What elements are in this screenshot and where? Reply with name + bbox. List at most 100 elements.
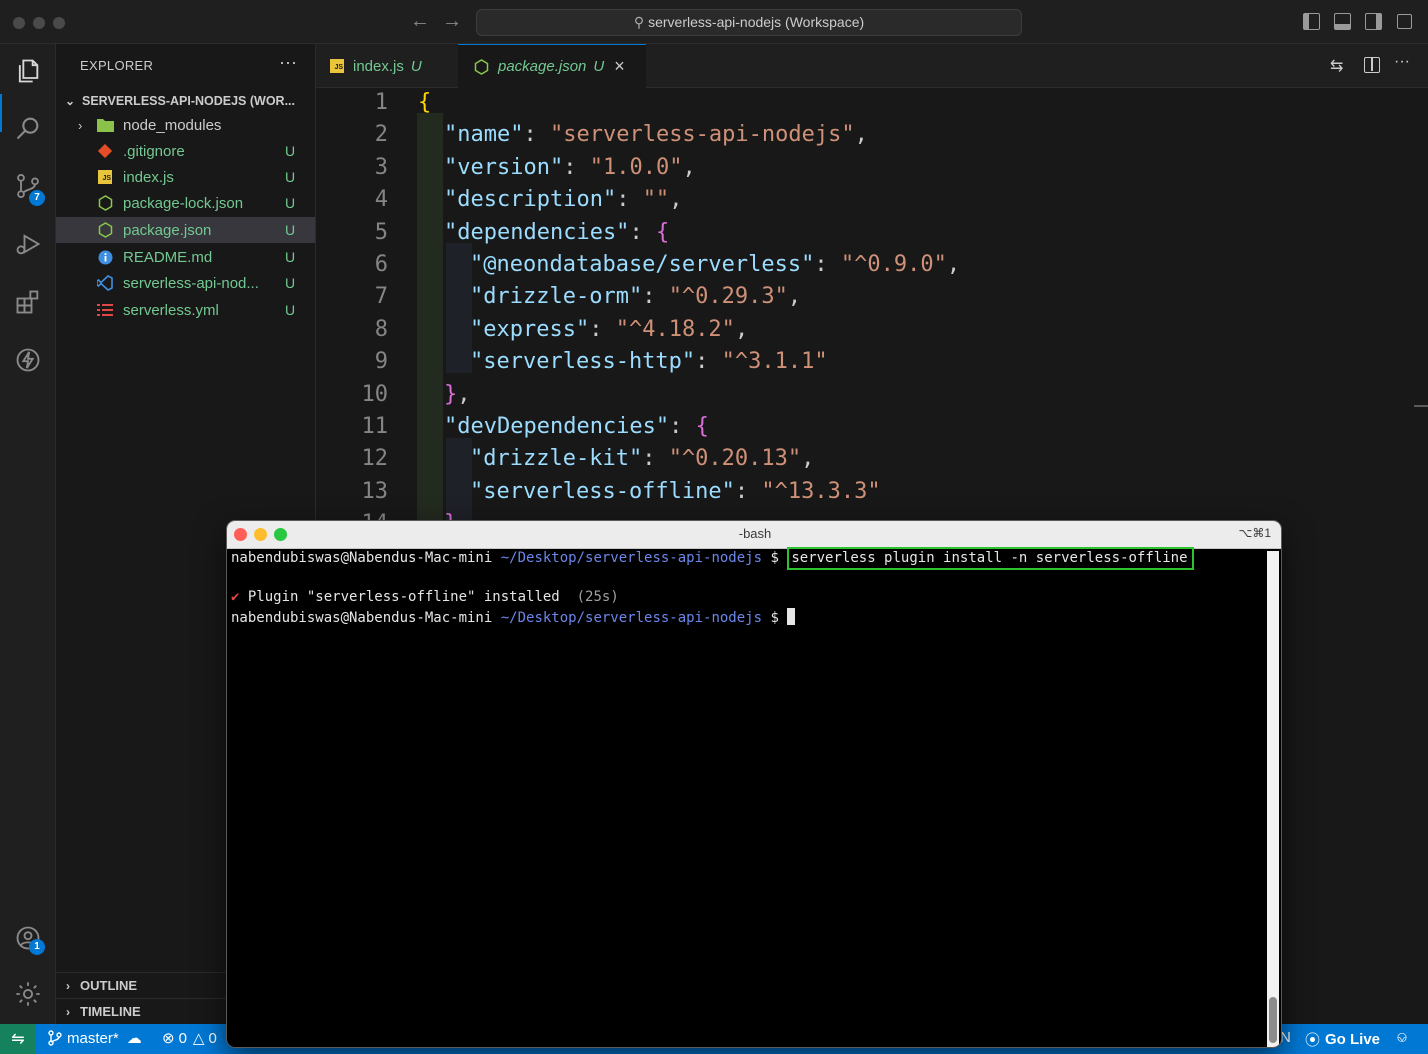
untracked-status: U <box>285 169 296 185</box>
close-window-button[interactable] <box>13 17 25 29</box>
terminal-result-line: ✔ Plugin "serverless-offline" installed … <box>231 589 619 605</box>
error-count: 0 <box>178 1029 187 1047</box>
code-line-4: "description": "", <box>444 187 683 212</box>
prompt-path: ~/Desktop/serverless-api-nodejs <box>500 610 763 626</box>
chevron-right-icon: › <box>66 978 70 993</box>
thunder-client-icon[interactable] <box>10 342 46 378</box>
file-package-lock-json[interactable]: package-lock.json U <box>56 190 315 216</box>
arrow-left-icon[interactable]: ← <box>410 10 430 33</box>
close-icon[interactable]: × <box>614 56 625 77</box>
tab-index-js[interactable]: JS index.js U <box>316 44 456 88</box>
file-index-js[interactable]: JS index.js U <box>56 164 315 190</box>
tab-package-json[interactable]: package.json U × <box>458 44 646 88</box>
toggle-secondary-sidebar-icon[interactable] <box>1365 13 1382 30</box>
js-icon: JS <box>330 59 344 73</box>
terminal-scrollbar[interactable] <box>1267 551 1279 1047</box>
untracked-status: U <box>285 222 296 238</box>
terminal-prompt-line: nabendubiswas@Nabendus-Mac-mini ~/Deskto… <box>231 608 796 626</box>
toggle-primary-sidebar-icon[interactable] <box>1303 13 1320 30</box>
go-live-button[interactable]: ⦿ Go Live <box>1305 1029 1380 1050</box>
extensions-icon[interactable] <box>10 284 46 320</box>
workspace-search-label: serverless-api-nodejs (Workspace) <box>648 14 865 30</box>
file-name: serverless-api-nod... <box>123 274 259 292</box>
timeline-section[interactable]: › TIMELINE <box>56 998 226 1024</box>
editor-tabs: JS index.js U package.json U × ⇆ ··· <box>316 44 1428 88</box>
workspace-name: SERVERLESS-API-NODEJS (WOR... <box>82 94 295 108</box>
run-and-debug-icon[interactable] <box>10 226 46 262</box>
line-number: 10 <box>361 382 389 407</box>
file-gitignore[interactable]: .gitignore U <box>56 138 315 164</box>
accounts-icon[interactable]: 1 <box>10 920 46 956</box>
code-line-13: "serverless-offline": "^13.3.3" <box>470 479 881 504</box>
explorer-icon[interactable] <box>10 53 46 89</box>
bell-icon[interactable]: ⎉ <box>1396 1029 1408 1046</box>
split-editor-icon[interactable] <box>1364 57 1380 73</box>
workspace-root[interactable]: ⌄ SERVERLESS-API-NODEJS (WOR... <box>62 90 316 112</box>
arrow-right-icon[interactable]: → <box>442 10 462 33</box>
file-name: package.json <box>123 221 212 239</box>
yaml-icon <box>96 301 114 319</box>
chevron-down-icon: ⌄ <box>64 94 76 108</box>
terminal-shortcut: ⌥⌘1 <box>1238 526 1271 540</box>
chevron-right-icon: › <box>66 1004 70 1019</box>
line-number: 2 <box>374 122 388 147</box>
line-number: 13 <box>361 479 389 504</box>
terminal-window[interactable]: -bash ⌥⌘1 nabendubiswas@Nabendus-Mac-min… <box>226 520 1282 1048</box>
command-center-search[interactable]: ⚲ serverless-api-nodejs (Workspace) <box>476 9 1022 36</box>
prompt-symbol: $ <box>770 610 779 626</box>
chevron-right-icon: › <box>78 117 83 133</box>
branch-status[interactable]: master* ☁ <box>48 1029 142 1047</box>
problems-status[interactable]: ⊗ 0 △ 0 <box>162 1029 217 1048</box>
outline-section[interactable]: › OUTLINE <box>56 972 226 998</box>
prompt-user: nabendubiswas@Nabendus-Mac-mini <box>231 610 493 626</box>
search-icon[interactable] <box>10 110 46 146</box>
file-name: node_modules <box>123 116 222 134</box>
more-actions-icon[interactable]: ··· <box>1394 53 1410 71</box>
line-number: 1 <box>374 90 388 115</box>
activity-bar: 7 1 <box>0 44 56 1024</box>
compare-changes-icon[interactable]: ⇆ <box>1330 56 1343 76</box>
file-workspace[interactable]: serverless-api-nod... U <box>56 270 315 296</box>
title-bar: ← → ⚲ serverless-api-nodejs (Workspace) <box>0 0 1428 44</box>
outline-label: OUTLINE <box>80 978 138 993</box>
file-name: serverless.yml <box>123 301 219 319</box>
accounts-badge: 1 <box>29 939 45 955</box>
nodejs-icon <box>96 221 114 239</box>
zoom-window-button[interactable] <box>53 17 65 29</box>
terminal-command-line: nabendubiswas@Nabendus-Mac-mini ~/Deskto… <box>231 547 1194 570</box>
warning-icon: △ <box>192 1030 205 1047</box>
broadcast-icon: ⦿ <box>1305 1032 1321 1049</box>
folder-node-modules[interactable]: › node_modules <box>56 112 315 138</box>
info-icon <box>96 248 114 266</box>
indent-guide <box>446 243 472 373</box>
explorer-header: EXPLORER <box>80 58 154 73</box>
indent-guide <box>417 113 443 524</box>
untracked-status: U <box>285 249 296 265</box>
prompt-path: ~/Desktop/serverless-api-nodejs <box>500 550 763 566</box>
tab-label: index.js <box>353 57 404 75</box>
install-result: Plugin "serverless-offline" installed <box>247 589 560 605</box>
minimize-window-button[interactable] <box>33 17 45 29</box>
line-number: 5 <box>374 220 388 245</box>
prompt-user: nabendubiswas@Nabendus-Mac-mini <box>231 550 493 566</box>
remote-indicator-icon[interactable]: ⇋ <box>0 1024 36 1054</box>
nodejs-icon <box>474 58 489 75</box>
source-control-icon[interactable]: 7 <box>10 168 46 206</box>
scrollbar-thumb[interactable] <box>1269 997 1277 1043</box>
file-readme-md[interactable]: README.md U <box>56 244 315 270</box>
file-serverless-yml[interactable]: serverless.yml U <box>56 297 315 323</box>
file-name: .gitignore <box>123 142 185 160</box>
more-actions-icon[interactable]: ··· <box>279 52 297 73</box>
file-package-json[interactable]: package.json U <box>56 217 315 243</box>
line-number: 12 <box>361 446 389 471</box>
terminal-title: -bash <box>738 526 772 541</box>
toggle-panel-icon[interactable] <box>1334 13 1351 30</box>
highlighted-command: serverless plugin install -n serverless-… <box>787 547 1194 570</box>
line-number: 7 <box>374 284 388 309</box>
check-icon: ✔ <box>231 589 240 605</box>
gear-icon[interactable] <box>10 976 46 1012</box>
branch-name: master* <box>67 1029 119 1047</box>
tab-status: U <box>593 58 605 75</box>
go-live-label: Go Live <box>1325 1031 1381 1048</box>
customize-layout-icon[interactable] <box>1397 14 1412 29</box>
